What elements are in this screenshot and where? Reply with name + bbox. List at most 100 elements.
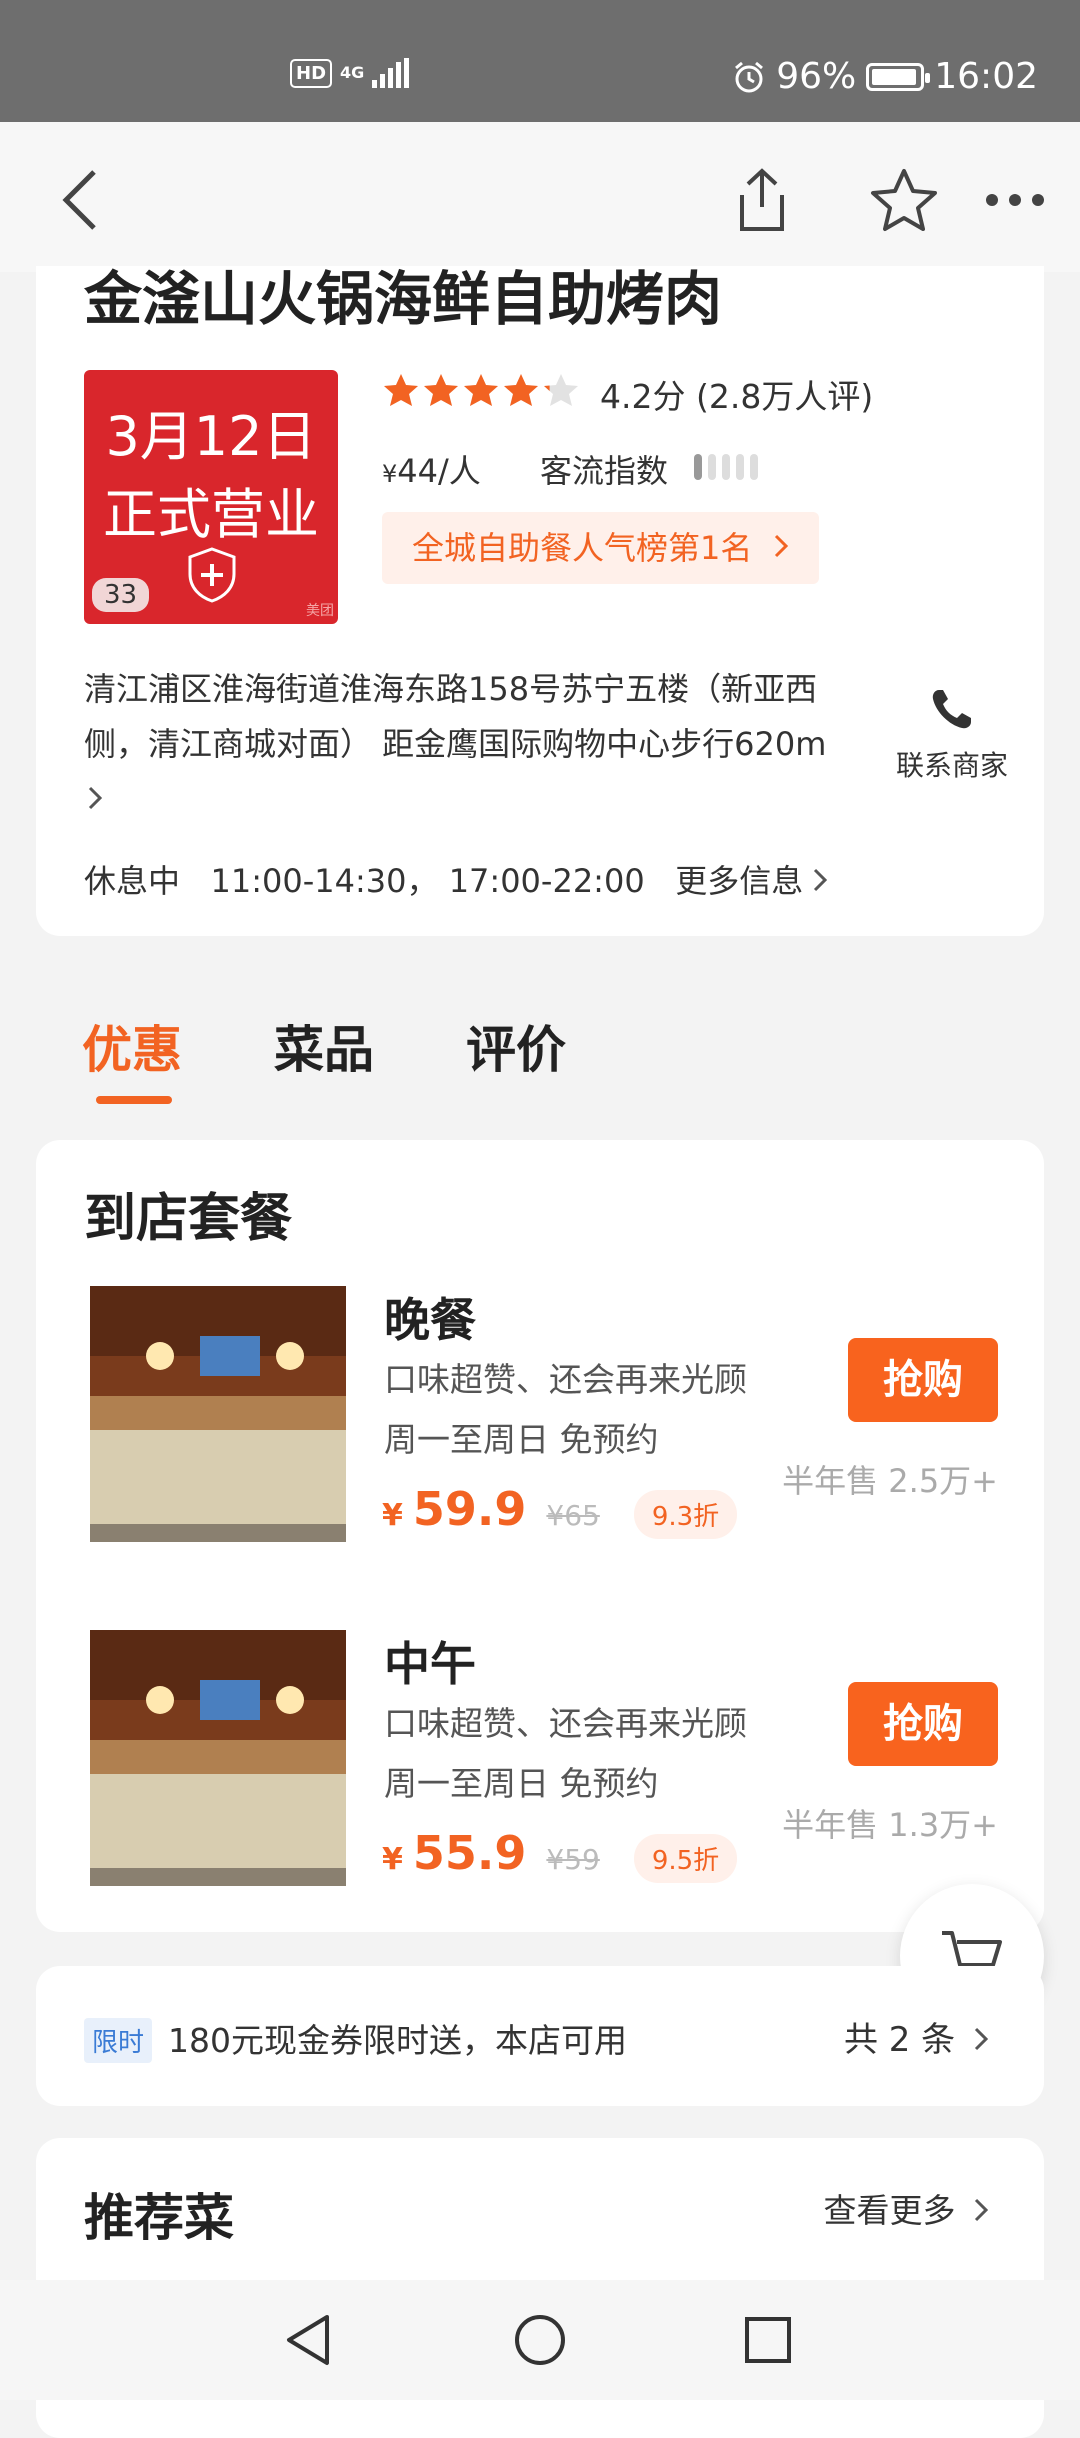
network-indicators: HD 4G [290, 58, 410, 88]
chevron-right-icon [814, 868, 828, 892]
deal-price-row: ¥ 55.9 ¥59 9.5折 [382, 1826, 738, 1883]
tab-reviews[interactable]: 评价 [466, 1010, 566, 1082]
flow-bar [708, 454, 716, 480]
photo-count-badge: 33 [92, 578, 150, 612]
deal-desc-line1: 口味超赞、还会再来光顾 [384, 1704, 747, 1743]
cover-watermark: 美团 [306, 603, 334, 619]
deals-section-title: 到店套餐 [84, 1189, 293, 1249]
shield-icon [188, 547, 236, 603]
deal-description: 口味超赞、还会再来光顾 周一至周日 免预约 [384, 1350, 747, 1470]
price-per-person-value: 44/人 [397, 452, 481, 490]
view-more-text: 查看更多 [823, 2191, 956, 2230]
chevron-right-icon [974, 2198, 988, 2222]
price-currency: ¥ [382, 1498, 403, 1533]
deal-desc-line1: 口味超赞、还会再来光顾 [384, 1360, 747, 1399]
content-tabs: 优惠 菜品 评价 [82, 1010, 566, 1104]
rank-badge[interactable]: 全城自助餐人气榜第1名 [382, 512, 819, 584]
shop-info-card: 金滏山火锅海鲜自助烤肉 3月12日 正式营业 33 美团 4.2分 (2.8万人… [36, 266, 1044, 936]
sold-count: 半年售 1.3万+ [782, 1806, 998, 1844]
flow-bar [736, 454, 744, 480]
chevron-right-icon [974, 2027, 988, 2051]
price-per-person: ¥44/人 [382, 446, 481, 492]
coupon-count-text: 共 2 条 [843, 2020, 956, 2060]
status-bar: HD 4G 96% 16:02 [0, 0, 1080, 122]
square-recents-icon[interactable] [738, 2310, 798, 2370]
alarm-icon [735, 61, 764, 92]
price-currency: ¥ [382, 1842, 403, 1877]
deal-name: 晚餐 [384, 1293, 476, 1347]
star-outline-icon[interactable] [864, 160, 944, 240]
review-count: (2.8万人评) [695, 377, 874, 416]
tab-dishes[interactable]: 菜品 [274, 1010, 374, 1082]
rating-stars [382, 372, 580, 408]
tab-deals[interactable]: 优惠 [82, 1010, 182, 1104]
more-dots-icon[interactable] [975, 160, 1055, 240]
business-status: 休息中 [84, 862, 181, 900]
currency-symbol: ¥ [382, 460, 398, 488]
limited-time-tag: 限时 [84, 2018, 153, 2063]
system-nav-bar [0, 2280, 1080, 2400]
star-icon [464, 374, 498, 406]
view-more-link[interactable]: 查看更多 [823, 2184, 988, 2232]
recommended-title: 推荐菜 [84, 2189, 234, 2247]
coupon-text: 180元现金券限时送，本店可用 [168, 2021, 627, 2060]
contact-merchant-label: 联系商家 [895, 749, 1008, 782]
hd-badge: HD [290, 58, 333, 88]
star-icon [544, 374, 578, 406]
chevron-right-icon [774, 534, 788, 558]
coupon-count[interactable]: 共 2 条 [844, 2012, 988, 2061]
top-nav-bar [0, 122, 1080, 272]
business-hours-row[interactable]: 休息中 11:00-14:30， 17:00-22:00 更多信息 [84, 856, 828, 902]
deal-price: 59.9 [412, 1482, 527, 1536]
deal-name: 中午 [384, 1637, 476, 1691]
business-hours: 11:00-14:30， 17:00-22:00 [210, 862, 645, 900]
battery-percent: 96% [776, 56, 857, 97]
status-right: 96% 16:02 [732, 56, 1038, 97]
rating-summary[interactable]: 4.2分 (2.8万人评) [600, 370, 873, 418]
share-icon[interactable] [722, 160, 802, 240]
star-icon [504, 374, 538, 406]
shop-name: 金滏山火锅海鲜自助烤肉 [84, 265, 723, 333]
deal-item[interactable]: 晚餐 口味超赞、还会再来光顾 周一至周日 免预约 ¥ 59.9 ¥65 9.3折… [36, 1286, 1044, 1546]
discount-badge: 9.5折 [633, 1834, 738, 1883]
clock: 16:02 [934, 56, 1038, 97]
flow-bar [694, 454, 702, 480]
address-text: 清江浦区淮海街道淮海东路158号苏宁五楼（新亚西侧，清江商城对面） 距金鹰国际购… [84, 670, 827, 763]
deal-desc-line2: 周一至周日 免预约 [384, 1420, 659, 1459]
shop-cover-image[interactable]: 3月12日 正式营业 33 美团 [84, 370, 338, 624]
deal-price: 55.9 [412, 1826, 527, 1880]
rank-badge-text: 全城自助餐人气榜第1名 [412, 529, 753, 567]
rating-score: 4.2分 [600, 377, 686, 416]
chevron-right-icon [88, 786, 102, 810]
original-price: ¥65 [546, 1499, 600, 1532]
deal-item[interactable]: 中午 口味超赞、还会再来光顾 周一至周日 免预约 ¥ 55.9 ¥59 9.5折… [36, 1630, 1044, 1890]
deals-card: 到店套餐 晚餐 口味超赞、还会再来光顾 周一至周日 免预约 ¥ 59.9 ¥65… [36, 1140, 1044, 1932]
signal-icon [372, 58, 410, 88]
original-price: ¥59 [546, 1843, 600, 1876]
flow-index-bars [694, 454, 758, 480]
shop-address[interactable]: 清江浦区淮海街道淮海东路158号苏宁五楼（新亚西侧，清江商城对面） 距金鹰国际购… [84, 662, 844, 827]
phone-icon [932, 690, 971, 729]
cover-text-date: 3月12日 [105, 405, 317, 468]
sold-count: 半年售 2.5万+ [782, 1462, 998, 1500]
circle-home-icon[interactable] [510, 2310, 570, 2370]
flow-bar [750, 454, 758, 480]
deal-photo [90, 1286, 346, 1542]
discount-badge: 9.3折 [633, 1490, 738, 1539]
flow-bar [722, 454, 730, 480]
coupon-row[interactable]: 限时 180元现金券限时送，本店可用 共 2 条 [36, 1966, 1044, 2106]
star-icon [424, 374, 458, 406]
buy-button[interactable]: 抢购 [848, 1682, 998, 1766]
more-info-link[interactable]: 更多信息 [675, 862, 803, 900]
deal-price-row: ¥ 59.9 ¥65 9.3折 [382, 1482, 738, 1539]
flow-index-label: 客流指数 [540, 452, 669, 490]
cover-text-opening: 正式营业 [103, 483, 319, 546]
buy-button[interactable]: 抢购 [848, 1338, 998, 1422]
back-arrow-icon[interactable] [40, 160, 120, 240]
deal-description: 口味超赞、还会再来光顾 周一至周日 免预约 [384, 1694, 747, 1814]
contact-merchant-button[interactable]: 联系商家 [872, 686, 1032, 784]
deal-desc-line2: 周一至周日 免预约 [384, 1764, 659, 1803]
triangle-back-icon[interactable] [278, 2310, 338, 2370]
network-type: 4G [340, 63, 365, 82]
deal-photo [90, 1630, 346, 1886]
